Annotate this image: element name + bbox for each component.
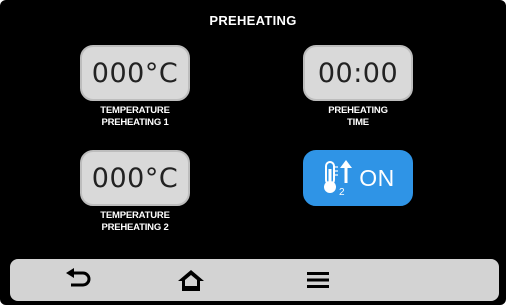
page-title: PREHEATING	[209, 13, 297, 28]
toggle-state-label: ON	[359, 164, 395, 191]
preheating-time-value: 00:00	[317, 57, 399, 89]
preheating-time-caption: PREHEATING TIME	[328, 105, 388, 128]
bottom-nav-bar	[10, 259, 499, 301]
thermometer-up-2-icon: 2	[324, 160, 353, 197]
back-arrow-icon[interactable]	[63, 267, 93, 293]
temperature-preheating-2-button[interactable]: 000°C	[80, 150, 190, 206]
preheating-screen: PREHEATING 000°C TEMPERATURE PREHEATING …	[0, 0, 506, 305]
temperature-preheating-2-caption: TEMPERATURE PREHEATING 2	[100, 210, 170, 233]
temperature-preheating-2-value: 000°C	[91, 162, 179, 194]
home-icon[interactable]	[176, 267, 206, 293]
preheating-time-button[interactable]: 00:00	[303, 45, 413, 101]
temperature-preheating-1-caption: TEMPERATURE PREHEATING 1	[100, 105, 170, 128]
menu-icon[interactable]	[303, 267, 333, 293]
thermometer-sub-label: 2	[339, 187, 345, 197]
temperature-preheating-1-value: 000°C	[91, 57, 179, 89]
temperature-preheating-1-button[interactable]: 000°C	[80, 45, 190, 101]
preheating-on-toggle[interactable]: 2 ON	[303, 150, 413, 206]
